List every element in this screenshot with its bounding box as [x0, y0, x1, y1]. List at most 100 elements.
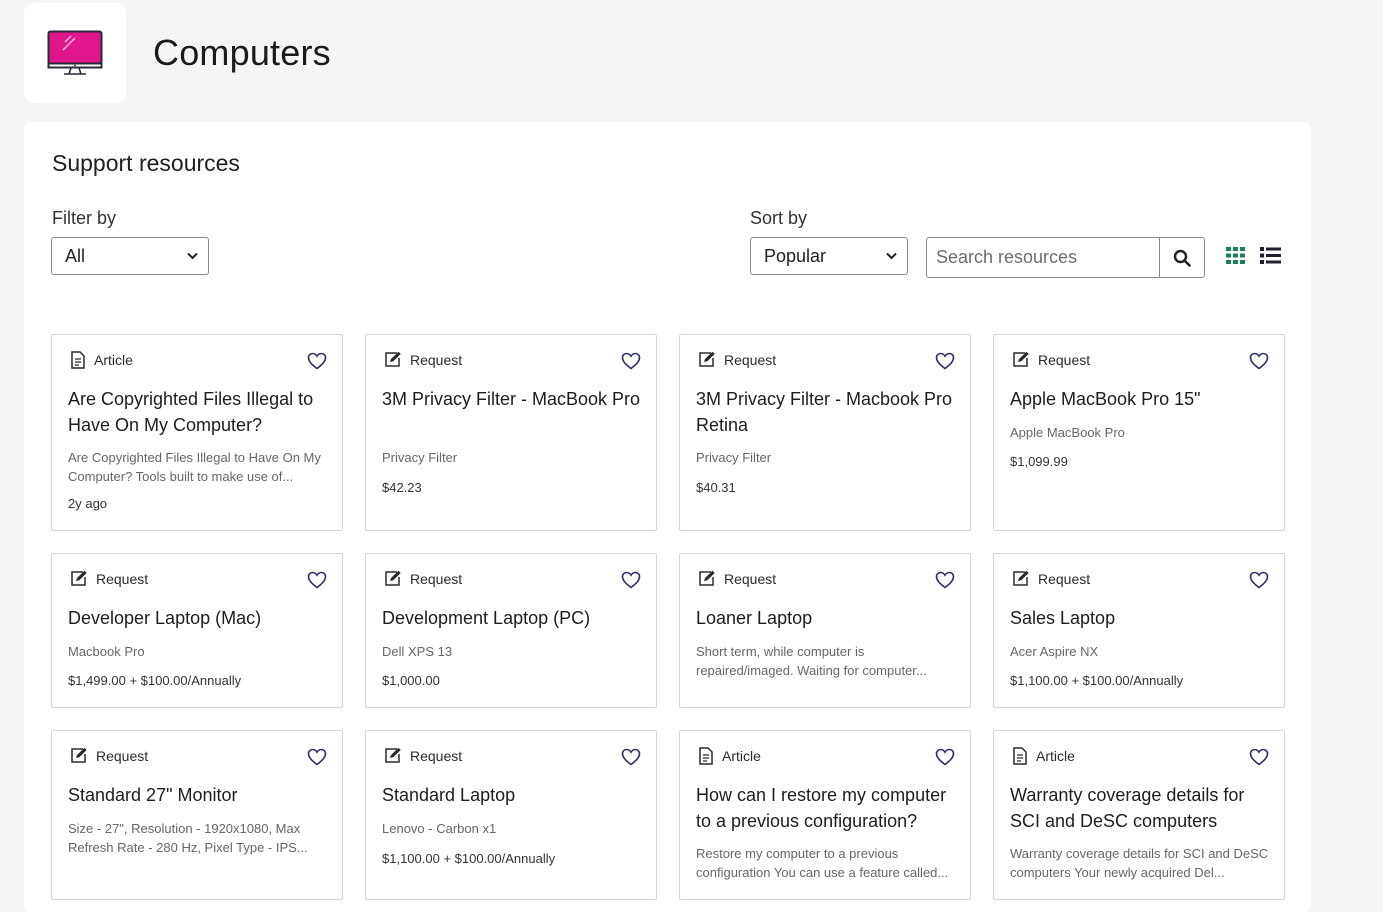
heart-icon: [621, 571, 641, 589]
card-meta: $42.23: [382, 480, 422, 495]
card-title: Are Copyrighted Files Illegal to Have On…: [68, 389, 314, 435]
search-icon: [1173, 249, 1191, 267]
card-description: Restore my computer to a previous config…: [696, 846, 949, 880]
card-type-label: Request: [410, 351, 463, 368]
card-title: Sales Laptop: [1010, 608, 1116, 628]
card-type-label: Request: [96, 570, 149, 587]
list-view-toggle[interactable]: [1260, 247, 1281, 270]
card-description: Are Copyrighted Files Illegal to Have On…: [68, 450, 321, 484]
card-type-label: Request: [410, 570, 463, 587]
document-icon: [699, 747, 713, 765]
category-logo: [24, 3, 126, 103]
favorite-button[interactable]: [935, 571, 955, 594]
card-type: Request: [698, 570, 776, 587]
heart-icon: [1249, 571, 1269, 589]
card-title: Loaner Laptop: [696, 608, 813, 628]
edit-icon: [1013, 570, 1029, 586]
edit-icon: [699, 570, 715, 586]
card-meta: $1,099.99: [1010, 454, 1068, 469]
favorite-button[interactable]: [935, 748, 955, 771]
heart-icon: [307, 571, 327, 589]
card-type: Request: [70, 570, 148, 587]
card-meta: $1,000.00: [382, 673, 440, 688]
card-type: Request: [1012, 351, 1090, 368]
grid-icon: [1226, 247, 1245, 264]
filter-select-value: All: [65, 245, 86, 266]
card-title: Developer Laptop (Mac): [68, 608, 262, 628]
heart-icon: [621, 352, 641, 370]
card-title: How can I restore my computer to a previ…: [696, 785, 947, 831]
card-type-label: Article: [1036, 748, 1075, 764]
card-type: Request: [70, 747, 148, 764]
card-type-label: Request: [96, 747, 149, 764]
card-description: Macbook Pro: [68, 644, 145, 659]
favorite-button[interactable]: [307, 352, 327, 375]
resource-card[interactable]: Article Are Copyrighted Files Illegal to…: [51, 334, 343, 531]
card-type: Request: [384, 570, 462, 587]
sort-select[interactable]: Popular: [750, 237, 908, 275]
card-type: Article: [1012, 747, 1075, 765]
resource-card[interactable]: Request Developer Laptop (Mac) Macbook P…: [51, 553, 343, 708]
favorite-button[interactable]: [1249, 571, 1269, 594]
resource-card[interactable]: Request Sales Laptop Acer Aspire NX $1,1…: [993, 553, 1285, 708]
filter-label: Filter by: [52, 208, 117, 228]
favorite-button[interactable]: [935, 352, 955, 375]
page-header: Computers: [24, 3, 331, 103]
filter-select[interactable]: All: [51, 237, 209, 275]
search-input[interactable]: [927, 238, 1159, 277]
resource-card[interactable]: Request Development Laptop (PC) Dell XPS…: [365, 553, 657, 708]
card-type-label: Request: [724, 351, 777, 368]
heart-icon: [1249, 352, 1269, 370]
favorite-button[interactable]: [1249, 748, 1269, 771]
card-meta: $1,100.00 + $100.00/Annually: [1010, 673, 1184, 688]
favorite-button[interactable]: [307, 571, 327, 594]
card-title: Warranty coverage details for SCI and De…: [1010, 785, 1245, 831]
list-icon: [1260, 247, 1281, 264]
resource-card[interactable]: Request Apple MacBook Pro 15" Apple MacB…: [993, 334, 1285, 531]
chevron-down-icon: [886, 249, 897, 263]
heart-icon: [307, 352, 327, 370]
favorite-button[interactable]: [621, 748, 641, 771]
section-title: Support resources: [52, 150, 240, 176]
card-description: Size - 27", Resolution - 1920x1080, Max …: [68, 821, 308, 855]
card-type-label: Article: [722, 748, 761, 764]
chevron-down-icon: [187, 249, 198, 263]
card-title: 3M Privacy Filter - Macbook Pro Retina: [696, 389, 953, 435]
edit-icon: [385, 747, 401, 763]
favorite-button[interactable]: [307, 748, 327, 771]
computer-monitor-icon: [47, 30, 103, 75]
favorite-button[interactable]: [621, 352, 641, 375]
card-description: Privacy Filter: [696, 450, 772, 465]
card-title: 3M Privacy Filter - MacBook Pro: [382, 389, 641, 409]
card-meta: 2y ago: [68, 496, 108, 511]
card-type-label: Request: [724, 570, 777, 587]
card-type-label: Request: [1038, 570, 1091, 587]
card-description: Warranty coverage details for SCI and De…: [1010, 846, 1269, 880]
search-button[interactable]: [1159, 238, 1204, 277]
card-type: Article: [698, 747, 761, 765]
favorite-button[interactable]: [621, 571, 641, 594]
heart-icon: [1249, 748, 1269, 766]
card-type: Request: [384, 747, 462, 764]
sort-label: Sort by: [750, 208, 808, 228]
card-description: Short term, while computer is repaired/i…: [696, 644, 927, 678]
card-meta: $1,499.00 + $100.00/Annually: [68, 673, 242, 688]
heart-icon: [307, 748, 327, 766]
grid-view-toggle[interactable]: [1226, 247, 1246, 270]
card-description: Privacy Filter: [382, 450, 458, 465]
edit-icon: [1013, 351, 1029, 367]
heart-icon: [935, 571, 955, 589]
card-type-label: Request: [410, 747, 463, 764]
page-title: Computers: [153, 32, 331, 73]
heart-icon: [935, 352, 955, 370]
card-title: Apple MacBook Pro 15": [1010, 389, 1201, 409]
card-type-label: Article: [94, 352, 133, 368]
resource-card[interactable]: Request 3M Privacy Filter - MacBook Pro …: [365, 334, 657, 531]
card-type-label: Request: [1038, 351, 1091, 368]
search-box: [926, 237, 1205, 278]
edit-icon: [385, 351, 401, 367]
favorite-button[interactable]: [1249, 352, 1269, 375]
edit-icon: [71, 747, 87, 763]
resource-card[interactable]: Request 3M Privacy Filter - Macbook Pro …: [679, 334, 971, 531]
resource-card[interactable]: Request Loaner Laptop Short term, while …: [679, 553, 971, 708]
